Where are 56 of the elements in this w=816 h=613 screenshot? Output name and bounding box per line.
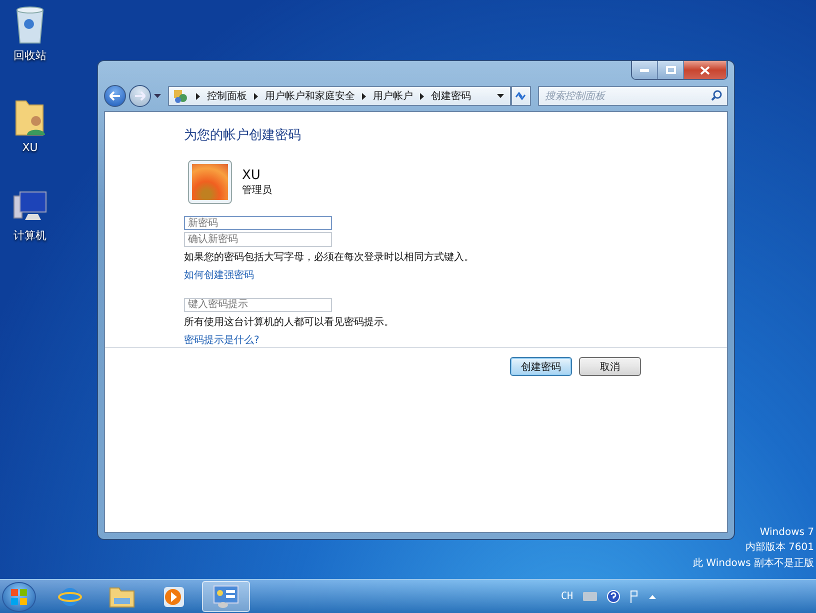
forward-button[interactable]: [129, 85, 151, 107]
user-picture: [188, 160, 232, 204]
recycle-bin-icon[interactable]: [15, 6, 45, 44]
show-hidden-icons-icon[interactable]: [649, 594, 656, 598]
minimize-icon: [640, 68, 649, 72]
breadcrumb-item[interactable]: 创建密码: [431, 89, 471, 103]
dropdown-caret-icon[interactable]: [497, 94, 504, 98]
caps-note: 如果您的密码包括大写字母，必须在每次登录时以相同方式键入。: [184, 250, 474, 264]
folder-icon: [109, 586, 135, 608]
chevron-icon: [420, 92, 424, 100]
user-folder-icon[interactable]: [14, 99, 46, 137]
play-icon: [163, 586, 185, 608]
flag-icon[interactable]: [630, 590, 639, 604]
chevron-icon: [362, 92, 366, 100]
maximize-icon: [666, 66, 676, 74]
refresh-icon: [515, 91, 527, 101]
desktop-icon-label[interactable]: XU: [22, 141, 38, 154]
maximize-button[interactable]: [658, 61, 684, 79]
caret-icon[interactable]: [154, 94, 161, 98]
desktop-icon-label[interactable]: 回收站: [14, 48, 46, 63]
start-button[interactable]: [2, 582, 36, 612]
search-field[interactable]: 搜索控制面板: [538, 86, 728, 106]
password-hint-field[interactable]: 键入密码提示: [184, 298, 332, 312]
desktop-icon-label[interactable]: 计算机: [14, 228, 46, 243]
breadcrumb-item[interactable]: 用户帐户: [373, 89, 413, 103]
control-panel-icon: [173, 88, 189, 104]
refresh-button[interactable]: [511, 86, 531, 106]
control-panel-icon: [213, 584, 239, 608]
user-name: XU: [242, 168, 260, 182]
page-heading: 为您的帐户创建密码: [184, 127, 301, 144]
system-notice-text: 内部版本 7601: [745, 540, 814, 554]
password-field[interactable]: 确认新密码: [184, 232, 332, 247]
chevron-icon: [196, 92, 200, 100]
close-button[interactable]: [684, 61, 727, 79]
create-password-button[interactable]: 创建密码: [510, 357, 572, 376]
breadcrumb-item[interactable]: 用户帐户和家庭安全: [265, 89, 355, 103]
password-field[interactable]: 新密码: [184, 216, 332, 230]
back-arrow-icon: [109, 91, 121, 101]
hint-help-link[interactable]: 密码提示是什么?: [184, 332, 260, 347]
chevron-icon: [254, 92, 258, 100]
forward-arrow-icon: [134, 91, 146, 101]
search-icon: [711, 90, 722, 101]
help-icon[interactable]: [607, 590, 620, 603]
taskbar-button[interactable]: [202, 581, 250, 612]
windows-logo-icon: [11, 588, 27, 604]
breadcrumb-item[interactable]: 控制面板: [207, 89, 247, 103]
cancel-button[interactable]: 取消: [579, 357, 641, 376]
back-button[interactable]: [104, 85, 126, 107]
minimize-button[interactable]: [632, 61, 658, 79]
system-notice-text: 此 Windows 副本不是正版: [693, 556, 814, 570]
close-icon: [700, 66, 710, 74]
strong-password-link[interactable]: 如何创建强密码: [184, 268, 254, 282]
system-notice-text: Windows 7: [760, 527, 814, 538]
address-bar[interactable]: 控制面板 用户帐户和家庭安全 用户帐户 创建密码: [168, 86, 511, 106]
hint-note: 所有使用这台计算机的人都可以看见密码提示。: [184, 316, 394, 329]
user-role: 管理员: [242, 184, 272, 196]
